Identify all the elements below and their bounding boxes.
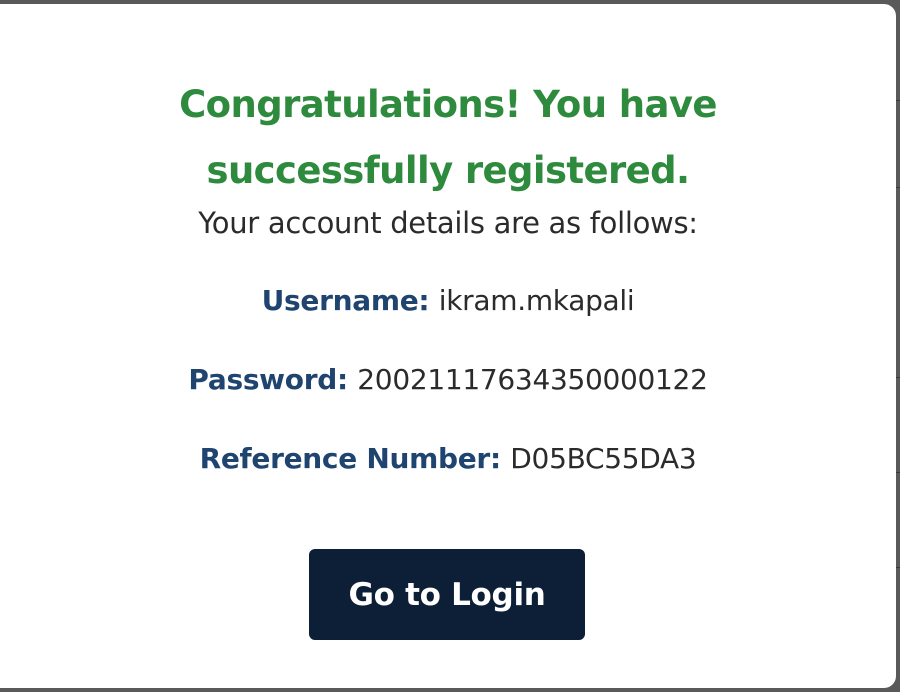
backdrop-divider — [896, 187, 900, 188]
account-details-intro: Your account details are as follows: — [198, 206, 698, 240]
username-label: Username: — [261, 284, 439, 317]
backdrop-divider — [896, 472, 900, 473]
password-value: 20021117634350000122 — [357, 363, 708, 396]
backdrop-divider — [896, 100, 900, 101]
password-label: Password: — [188, 363, 358, 396]
reference-number-label: Reference Number: — [199, 442, 511, 475]
username-value: ikram.mkapali — [438, 284, 635, 317]
go-to-login-button[interactable]: Go to Login — [309, 549, 585, 640]
password-row: Password: 20021117634350000122 — [0, 362, 896, 398]
success-title: Congratulations! You have successfully r… — [179, 83, 717, 192]
reference-number-value: D05BC55DA3 — [510, 442, 697, 475]
registration-success-modal: Congratulations! You have successfully r… — [0, 4, 896, 688]
backdrop-divider — [896, 377, 900, 378]
username-row: Username: ikram.mkapali — [0, 283, 896, 319]
reference-number-row: Reference Number: D05BC55DA3 — [0, 441, 896, 477]
backdrop-divider — [896, 567, 900, 568]
